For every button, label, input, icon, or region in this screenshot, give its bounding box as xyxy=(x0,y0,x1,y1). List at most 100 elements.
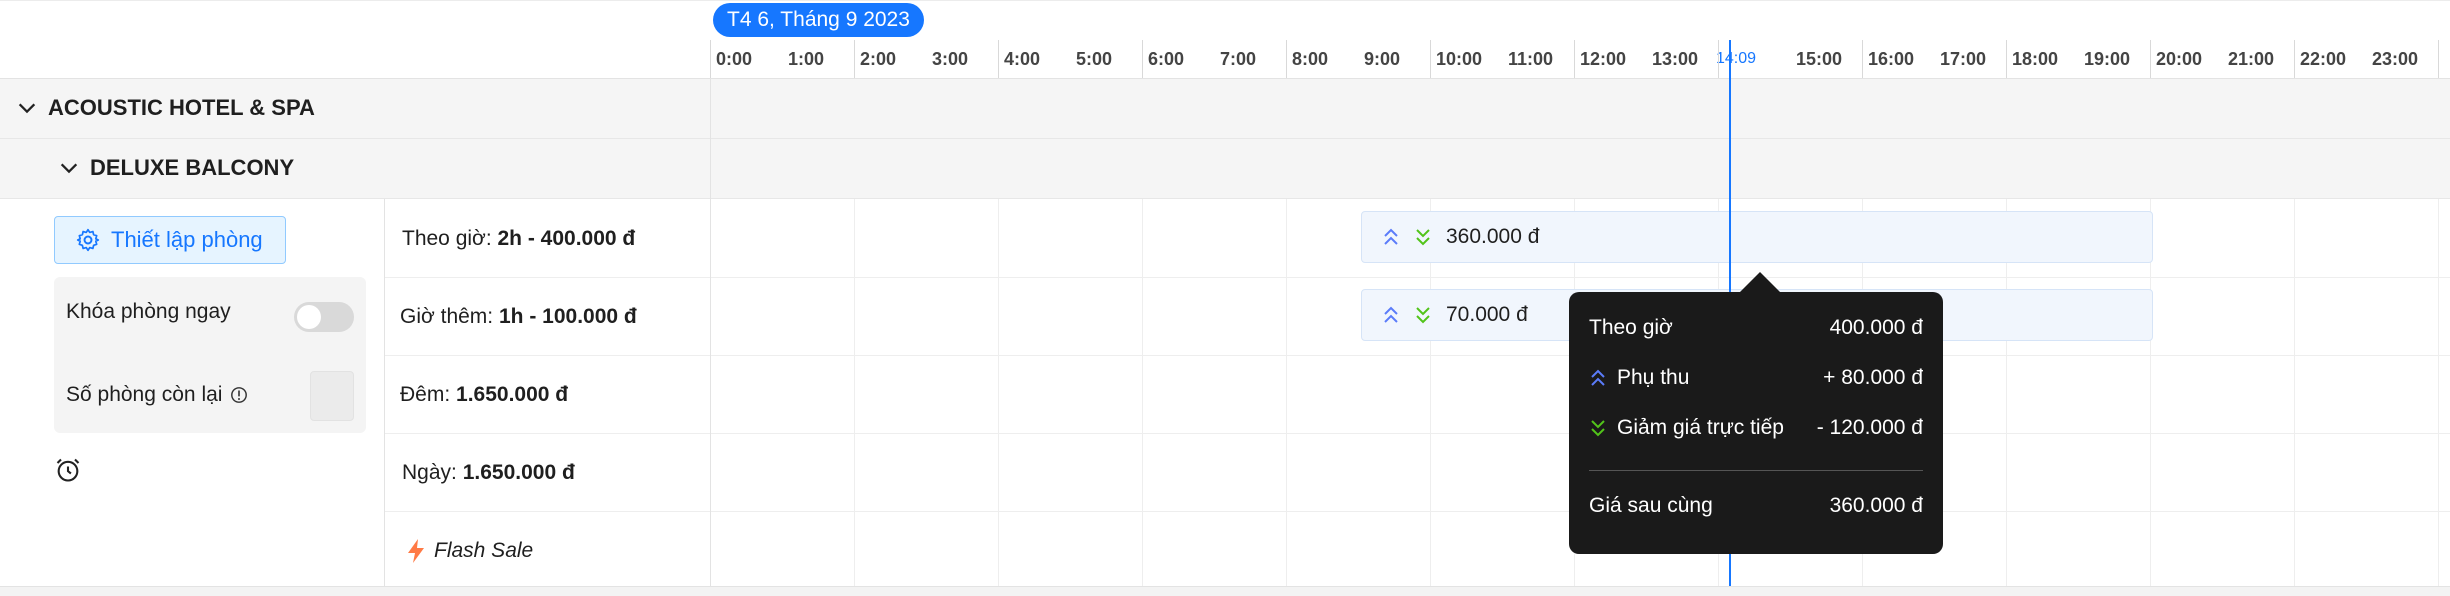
hour-separator xyxy=(2006,40,2007,78)
tooltip-arrow xyxy=(1740,272,1780,292)
rooms-left-label: Số phòng còn lại xyxy=(66,383,223,406)
chevron-down-icon xyxy=(60,163,78,174)
day-label: Ngày: xyxy=(402,461,457,484)
lightning-icon xyxy=(408,539,424,563)
hourly-value: 2h - 400.000 đ xyxy=(497,227,636,250)
toggle-knob xyxy=(297,305,321,329)
rooms-left-input[interactable] xyxy=(310,371,354,421)
extra-bar-amount: 70.000 đ xyxy=(1446,303,1528,326)
hour-label: 23:00 xyxy=(2372,48,2419,69)
night-label: Đêm: xyxy=(400,383,451,406)
hour-label: 10:00 xyxy=(1436,48,1483,69)
grid-column-line xyxy=(1142,199,1143,596)
tooltip-surcharge-label: Phụ thu xyxy=(1617,366,1690,389)
grid-column-line xyxy=(854,199,855,596)
hour-label: 7:00 xyxy=(1220,48,1257,69)
hour-label: 11:00 xyxy=(1508,48,1554,69)
hotel-group-title[interactable]: ACOUSTIC HOTEL & SPA xyxy=(16,95,315,121)
hour-label: 21:00 xyxy=(2228,48,2275,69)
hour-separator xyxy=(2294,40,2295,78)
hour-separator xyxy=(1718,40,1719,78)
room-type-row[interactable]: DELUXE BALCONY xyxy=(0,139,2450,199)
night-price-label: Đêm: 1.650.000 đ xyxy=(400,383,568,407)
rooms-left-label-group: Số phòng còn lại xyxy=(66,383,248,407)
tooltip-discount-value: - 120.000 đ xyxy=(1816,416,1923,439)
room-type-title[interactable]: DELUXE BALCONY xyxy=(58,155,294,181)
gear-icon xyxy=(76,228,100,252)
grid-row-line xyxy=(384,433,2450,434)
hotel-name: ACOUSTIC HOTEL & SPA xyxy=(48,95,315,120)
double-chevron-down-icon xyxy=(1591,420,1605,437)
hour-label: 19:00 xyxy=(2084,48,2131,69)
tooltip-discount-row: Giảm giá trực tiếp - 120.000 đ xyxy=(1589,412,1923,444)
hour-label: 3:00 xyxy=(932,48,969,69)
hour-label: 22:00 xyxy=(2300,48,2347,69)
chevron-down-icon xyxy=(18,103,36,114)
tooltip-discount-label-group: Giảm giá trực tiếp xyxy=(1589,416,1784,440)
hour-separator xyxy=(998,40,999,78)
tooltip-final-label: Giá sau cùng xyxy=(1589,494,1713,517)
hour-label: 6:00 xyxy=(1148,48,1185,69)
hour-label: 15:00 xyxy=(1796,48,1843,69)
hour-separator xyxy=(1286,40,1287,78)
lock-room-toggle[interactable] xyxy=(294,302,354,332)
extra-value: 1h - 100.000 đ xyxy=(498,305,637,328)
hour-separator xyxy=(2438,40,2439,78)
label-divider xyxy=(384,199,385,596)
hour-separator xyxy=(1430,40,1431,78)
tooltip-base-value: 400.000 đ xyxy=(1829,316,1923,339)
hourly-bar-amount: 360.000 đ xyxy=(1446,225,1540,248)
hour-label: 0:00 xyxy=(716,48,753,69)
hour-separator xyxy=(1142,40,1143,78)
room-setup-label: Thiết lập phòng xyxy=(111,227,263,252)
extra-hour-price-label: Giờ thêm: 1h - 100.000 đ xyxy=(400,305,637,329)
hour-label: 8:00 xyxy=(1292,48,1329,69)
grid-column-line xyxy=(2438,199,2439,596)
room-setup-button[interactable]: Thiết lập phòng xyxy=(54,216,286,264)
day-price-label: Ngày: 1.650.000 đ xyxy=(402,461,575,485)
day-value: 1.650.000 đ xyxy=(462,461,575,484)
alarm-clock-icon[interactable] xyxy=(54,456,82,484)
flash-sale-text: Flash Sale xyxy=(434,539,534,562)
hour-separator xyxy=(854,40,855,78)
hour-separator xyxy=(710,40,711,78)
hour-label: 2:00 xyxy=(860,48,897,69)
tooltip-surcharge-label-group: Phụ thu xyxy=(1589,366,1689,390)
tooltip-discount-label: Giảm giá trực tiếp xyxy=(1617,416,1784,439)
hour-label: 12:00 xyxy=(1580,48,1627,69)
hour-separator xyxy=(2150,40,2151,78)
hour-label: 17:00 xyxy=(1940,48,1987,69)
current-date-badge: T4 6, Tháng 9 2023 xyxy=(713,3,924,37)
hour-label: 1:00 xyxy=(788,48,825,69)
double-chevron-up-icon xyxy=(1384,306,1398,323)
extra-label: Giờ thêm: xyxy=(400,305,494,328)
flash-sale-label[interactable]: Flash Sale xyxy=(406,538,533,564)
price-breakdown-tooltip: Theo giờ 400.000 đ Phụ thu + 80.000 đ Gi… xyxy=(1569,292,1943,554)
grid-column-line xyxy=(998,199,999,596)
panel-divider xyxy=(710,79,711,596)
tooltip-surcharge-value: + 80.000 đ xyxy=(1823,366,1923,389)
grid-row-line xyxy=(384,355,2450,356)
hour-label: 20:00 xyxy=(2156,48,2203,69)
double-chevron-up-icon xyxy=(1591,369,1605,386)
tooltip-divider xyxy=(1589,470,1923,471)
tooltip-base-row: Theo giờ 400.000 đ xyxy=(1589,312,1923,344)
hotel-group-row[interactable]: ACOUSTIC HOTEL & SPA xyxy=(0,79,2450,139)
hour-label: 4:00 xyxy=(1004,48,1041,69)
hourly-price-bar[interactable]: 360.000 đ xyxy=(1361,211,2153,263)
double-chevron-up-icon xyxy=(1384,228,1398,245)
hourly-label: Theo giờ: xyxy=(402,227,492,250)
grid-row-line xyxy=(384,511,2450,512)
tooltip-final-value: 360.000 đ xyxy=(1829,494,1923,517)
hour-label: 16:00 xyxy=(1868,48,1915,69)
current-time-label: 14:09 xyxy=(1716,40,1788,78)
info-icon[interactable] xyxy=(230,386,248,404)
hour-header: 0:00 1:00 2:00 3:00 4:00 5:00 6:00 7:00 8:00 9:00… xyxy=(710,40,2435,78)
grid-column-line xyxy=(1286,199,1287,596)
hour-separator xyxy=(1574,40,1575,78)
hour-label: 9:00 xyxy=(1364,48,1401,69)
hour-label: 13:00 xyxy=(1652,48,1699,69)
current-time-text: 14:09 xyxy=(1716,50,1757,67)
grid-row-line xyxy=(384,277,2450,278)
bottom-border xyxy=(0,586,2450,596)
